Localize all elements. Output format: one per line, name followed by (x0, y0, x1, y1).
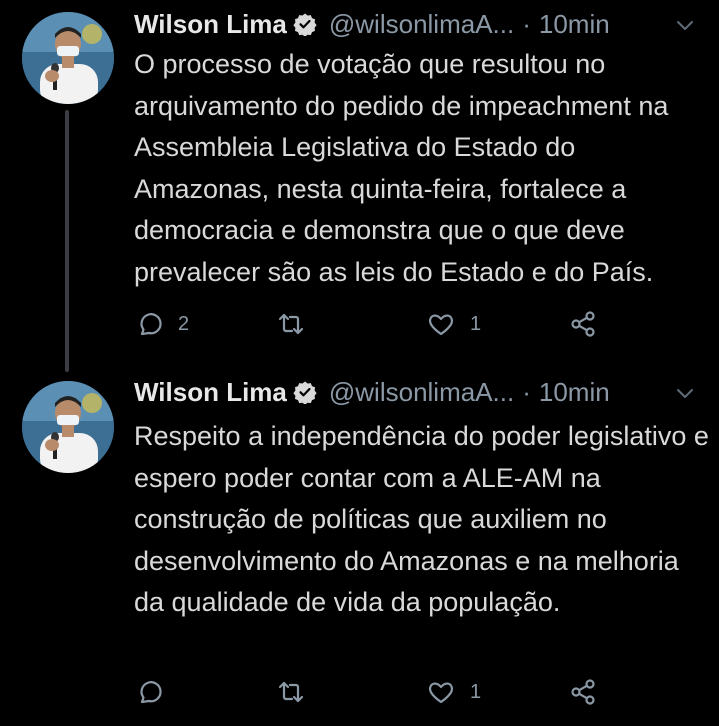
timestamp[interactable]: 10min (539, 377, 610, 408)
avatar[interactable] (22, 381, 114, 473)
heart-icon (429, 682, 453, 704)
tweet-text: Respeito a independência do poder legisl… (134, 421, 709, 617)
timestamp[interactable]: 10min (539, 9, 610, 40)
tweet-header: Wilson Lima @wilsonlimaA... · 10min (134, 374, 693, 410)
retweet-icon (278, 313, 304, 335)
share-icon (571, 311, 595, 337)
retweet-icon (278, 681, 304, 703)
reply-button[interactable]: 2 (134, 304, 189, 344)
separator-dot: · (522, 8, 531, 39)
like-count: 1 (470, 312, 482, 335)
like-count: 1 (470, 680, 482, 703)
thread-line (65, 110, 69, 372)
reply-button[interactable] (134, 672, 178, 712)
avatar[interactable] (22, 12, 114, 104)
verified-badge-icon (293, 13, 317, 36)
chevron-down-icon[interactable] (674, 14, 696, 36)
author-handle[interactable]: @wilsonlimaA... (329, 377, 514, 408)
tweet-header: Wilson Lima @wilsonlimaA... · 10min (134, 6, 693, 42)
like-button[interactable]: 1 (426, 672, 481, 712)
author-name[interactable]: Wilson Lima (134, 377, 287, 408)
tweet-actions: 2 1 (134, 304, 614, 344)
reply-icon (140, 313, 162, 336)
share-button[interactable] (568, 304, 598, 344)
like-button[interactable]: 1 (426, 304, 481, 344)
reply-icon (140, 681, 162, 704)
share-button[interactable] (568, 672, 598, 712)
tweet[interactable]: Wilson Lima @wilsonlimaA... · 10min Resp… (0, 366, 719, 726)
chevron-down-icon[interactable] (674, 382, 696, 404)
tweet[interactable]: Wilson Lima @wilsonlimaA... · 10min O pr… (0, 0, 719, 372)
retweet-button[interactable] (276, 304, 320, 344)
tweet-actions: 1 (134, 672, 614, 712)
author-handle[interactable]: @wilsonlimaA... (329, 9, 514, 40)
author-name[interactable]: Wilson Lima (134, 9, 287, 40)
reply-count: 2 (178, 312, 190, 335)
tweet-text: O processo de votação que resultou no ar… (134, 49, 669, 287)
heart-icon (429, 314, 453, 336)
share-icon (571, 679, 595, 705)
separator-dot: · (522, 376, 531, 407)
verified-badge-icon (293, 381, 317, 404)
retweet-button[interactable] (276, 672, 320, 712)
